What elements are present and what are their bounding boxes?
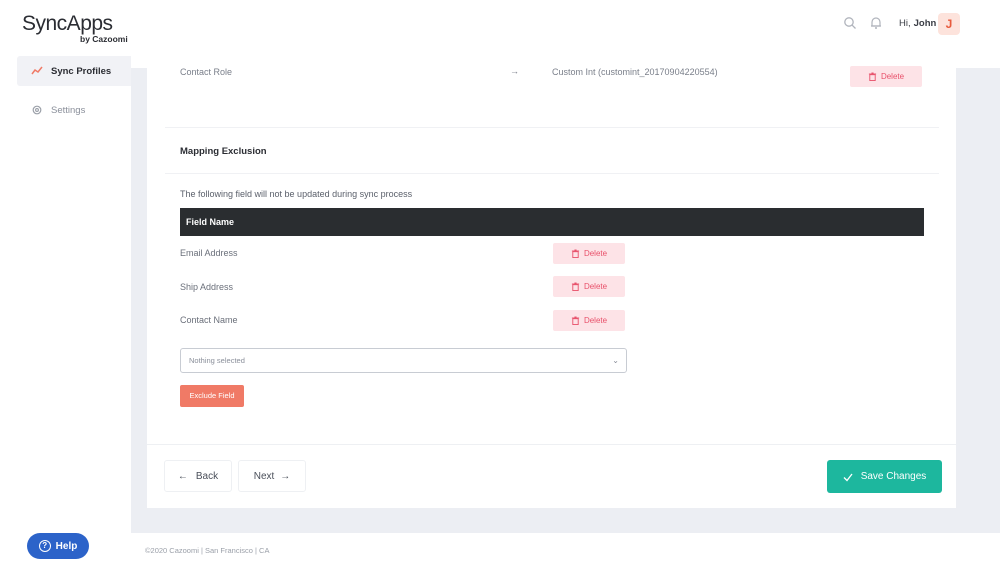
sidebar-item-settings[interactable]: Settings [17,95,131,125]
logo-subtitle: by Cazoomi [80,34,128,44]
mapping-target-field: Custom Int (customint_20170904220554) [552,67,718,77]
help-label: Help [55,540,78,552]
arrow-left-icon: ← [177,470,188,482]
delete-label: Delete [583,282,608,291]
bell-icon[interactable] [869,16,883,30]
table-row-field: Email Address [180,248,238,258]
exclude-field-button[interactable]: Exclude Field [180,385,244,407]
next-label: Next [253,470,275,482]
section-divider [165,173,939,174]
avatar[interactable]: J [938,13,960,35]
back-button[interactable]: ← Back [164,460,232,492]
trash-icon [571,316,580,325]
footer-divider [147,444,956,445]
user-name: John [913,18,937,29]
delete-label: Delete [583,316,608,325]
table-row-field: Contact Name [180,315,238,325]
trash-icon [868,72,877,81]
save-changes-button[interactable]: Save Changes [827,460,942,493]
delete-label: Delete [583,249,608,258]
help-button[interactable]: ? Help [27,533,89,559]
profile-card [147,68,956,508]
trend-icon [31,65,43,77]
check-icon [843,473,853,481]
section-title: Mapping Exclusion [180,146,267,157]
sidebar-item-sync-profiles[interactable]: Sync Profiles [17,56,131,86]
search-icon[interactable] [843,16,857,30]
gear-icon [31,104,43,116]
chevron-down-icon: ⌄ [612,356,619,365]
next-button[interactable]: Next → [238,460,306,492]
footer-copyright: ©2020 Cazoomi | San Francisco | CA [145,546,270,555]
delete-email-address-button[interactable]: Delete [553,243,625,264]
mapping-delete-button[interactable]: Delete [850,66,922,87]
section-description: The following field will not be updated … [180,189,413,199]
field-select-dropdown[interactable]: Nothing selected ⌄ [180,348,627,373]
trash-icon [571,249,580,258]
delete-contact-name-button[interactable]: Delete [553,310,625,331]
delete-label: Delete [880,72,905,81]
arrow-right-icon: → [280,470,291,482]
greeting-text: Hi, [899,18,911,29]
sidebar-item-label: Sync Profiles [51,65,112,77]
mapping-arrow-icon: → [510,66,519,76]
user-greeting: Hi, John [899,18,936,29]
select-placeholder: Nothing selected [189,356,245,365]
top-header: SyncApps by Cazoomi Hi, John J [0,0,1000,68]
sidebar-item-label: Settings [51,104,86,116]
sidebar: Sync Profiles Settings [0,56,131,563]
trash-icon [571,282,580,291]
table-row-field: Ship Address [180,282,234,292]
syncapps-logo[interactable]: SyncApps by Cazoomi [22,12,132,46]
mapping-source-field: Contact Role [180,67,233,77]
back-label: Back [195,470,219,482]
section-divider [165,127,939,128]
table-header: Field Name [180,208,924,236]
save-label: Save Changes [860,471,927,482]
delete-ship-address-button[interactable]: Delete [553,276,625,297]
logo-brand: SyncApps [22,12,113,35]
help-icon: ? [38,540,51,552]
